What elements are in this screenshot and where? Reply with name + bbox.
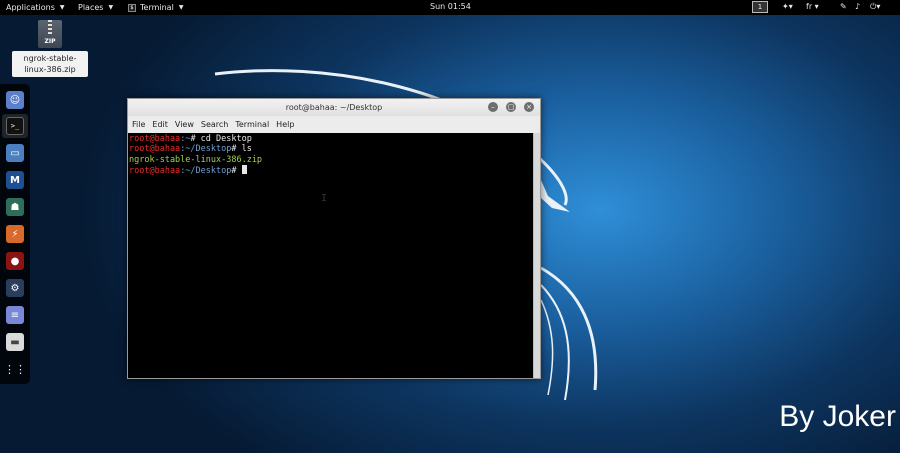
minimize-button[interactable]: – [488, 102, 498, 112]
terminal-line: root@bahaa:~/Desktop# [129, 164, 533, 176]
volume-icon[interactable]: ♪ [855, 2, 860, 11]
tool-icon[interactable]: ✎ [840, 2, 847, 11]
terminal-app-menu[interactable]: $ Terminal ▼ [122, 0, 189, 15]
leafpad-icon[interactable]: ≡ [6, 306, 24, 324]
places-menu[interactable]: Places ▼ [72, 0, 119, 15]
terminal-line: root@bahaa:~/Desktop# ls [129, 144, 252, 155]
power-icon[interactable]: ⏻▾ [870, 2, 880, 12]
text-cursor [241, 164, 247, 174]
applications-menu[interactable]: Applications ▼ [0, 0, 71, 15]
burpsuite-icon[interactable]: ⚡ [6, 225, 24, 243]
menu-terminal[interactable]: Terminal [235, 120, 269, 129]
clock[interactable]: Sun 01:54 [430, 2, 471, 11]
mouse-ibeam-cursor: I [321, 193, 328, 204]
chevron-down-icon: ▼ [59, 4, 65, 11]
keyboard-layout-menu[interactable]: fr ▾ [806, 2, 819, 11]
applications-label: Applications [6, 3, 55, 12]
terminal-scrollbar[interactable] [533, 133, 540, 378]
places-label: Places [78, 3, 104, 12]
menu-file[interactable]: File [132, 120, 145, 129]
terminal-output[interactable]: root@bahaa:~# cd Desktop root@bahaa:~/Des… [128, 133, 534, 378]
disk-icon[interactable]: ▬ [6, 333, 24, 351]
armitage-icon[interactable]: ☗ [6, 198, 24, 216]
zip-file-entry: ngrok-stable-linux-386.zip [129, 154, 263, 165]
window-titlebar[interactable]: root@bahaa: ~/Desktop – ▢ × [128, 99, 540, 116]
pidgin-icon[interactable]: ☺ [6, 91, 24, 109]
desktop-file-label: ngrok-stable-linux-386.zip [12, 51, 88, 77]
files-icon[interactable]: ▭ [6, 144, 24, 162]
maximize-button[interactable]: ▢ [506, 102, 516, 112]
menu-search[interactable]: Search [201, 120, 228, 129]
window-title: root@bahaa: ~/Desktop [285, 103, 383, 112]
menu-edit[interactable]: Edit [152, 120, 168, 129]
terminal-line: root@bahaa:~# cd Desktop [129, 134, 252, 144]
chevron-down-icon: ▼ [178, 4, 184, 11]
watermark: By Joker [779, 400, 896, 433]
zip-file-icon: ZIP [38, 20, 62, 48]
terminal-icon: $ [128, 3, 136, 12]
workspace-indicator[interactable]: 1 [752, 1, 768, 13]
window-menubar: File Edit View Search Terminal Help [128, 116, 540, 132]
terminal-app-label: Terminal [140, 3, 174, 12]
metasploit-icon[interactable]: M [6, 171, 24, 189]
faraday-icon[interactable]: ● [6, 252, 24, 270]
terminal-icon[interactable]: >_ [6, 117, 24, 135]
chevron-down-icon: ▼ [108, 4, 114, 11]
maltego-icon[interactable]: ⚙ [6, 279, 24, 297]
show-apps-icon[interactable]: ⋮⋮ [4, 360, 26, 378]
menu-help[interactable]: Help [276, 120, 294, 129]
terminal-window[interactable]: root@bahaa: ~/Desktop – ▢ × File Edit Vi… [127, 98, 541, 379]
terminal-line: ngrok-stable-linux-386.zip [129, 155, 533, 165]
desktop-zip-file[interactable]: ZIP ngrok-stable-linux-386.zip [12, 20, 88, 77]
close-button[interactable]: × [524, 102, 534, 112]
top-panel: Applications ▼ Places ▼ $ Terminal ▼ Sun… [0, 0, 900, 15]
menu-view[interactable]: View [175, 120, 194, 129]
keyboard-layout-label: fr [806, 2, 813, 11]
dock: ☺ >_ ▭ M ☗ ⚡ ● ⚙ ≡ ▬ ⋮⋮ [0, 84, 30, 384]
users-icon[interactable]: ✦▾ [782, 2, 793, 11]
